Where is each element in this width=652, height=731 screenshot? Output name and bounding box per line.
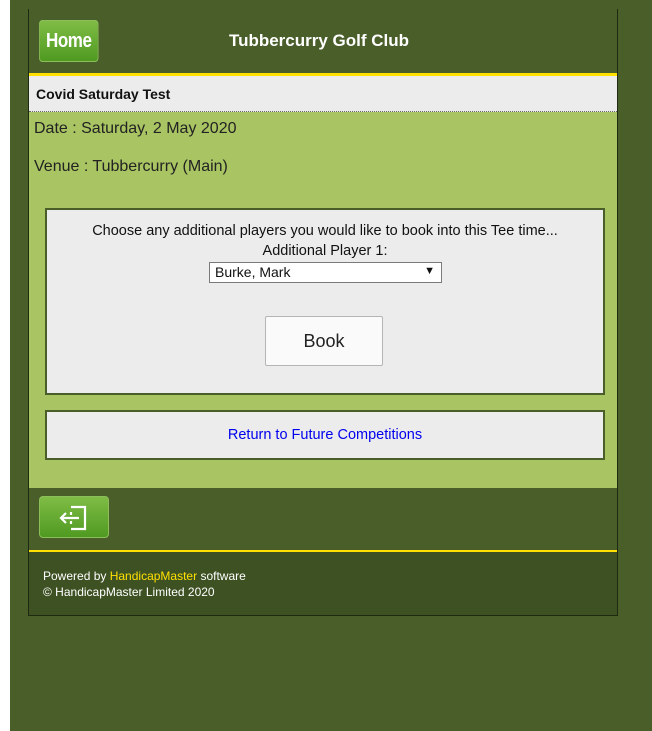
- powered-suffix: software: [200, 569, 246, 583]
- copyright-text: © HandicapMaster Limited 2020: [43, 585, 215, 599]
- footer-nav: [29, 488, 617, 550]
- dropdown-arrow-icon: ▼: [424, 265, 435, 277]
- competition-title-bar: Covid Saturday Test: [29, 76, 617, 112]
- competition-venue: Venue : Tubbercurry (Main): [34, 158, 228, 175]
- additional-player-select[interactable]: Burke, Mark ▼: [209, 262, 442, 283]
- book-button[interactable]: Book: [265, 316, 383, 366]
- competition-title: Covid Saturday Test: [36, 86, 171, 102]
- booking-panel: Choose any additional players you would …: [45, 208, 605, 395]
- additional-player-value: Burke, Mark: [215, 264, 291, 280]
- logout-button[interactable]: [39, 496, 109, 538]
- return-panel: Return to Future Competitions: [45, 410, 605, 460]
- app-container: Home Tubbercurry Golf Club Covid Saturda…: [28, 9, 618, 616]
- competition-date: Date : Saturday, 2 May 2020: [34, 120, 237, 137]
- powered-prefix: Powered by: [43, 569, 107, 583]
- return-to-future-competitions-link[interactable]: Return to Future Competitions: [47, 427, 603, 443]
- booking-prompt: Choose any additional players you would …: [92, 223, 558, 239]
- site-title: Tubbercurry Golf Club: [228, 31, 410, 50]
- handicapmaster-link[interactable]: HandicapMaster: [110, 569, 197, 583]
- footer: Powered by HandicapMaster software © Han…: [29, 552, 617, 615]
- header: Home Tubbercurry Golf Club: [29, 9, 617, 73]
- main-content: Date : Saturday, 2 May 2020 Venue : Tubb…: [29, 112, 617, 488]
- additional-player-label: Additional Player 1:: [262, 243, 388, 259]
- powered-by-text: Powered by HandicapMaster software: [43, 569, 246, 583]
- home-button[interactable]: Home: [39, 20, 99, 62]
- logout-icon: [59, 505, 87, 531]
